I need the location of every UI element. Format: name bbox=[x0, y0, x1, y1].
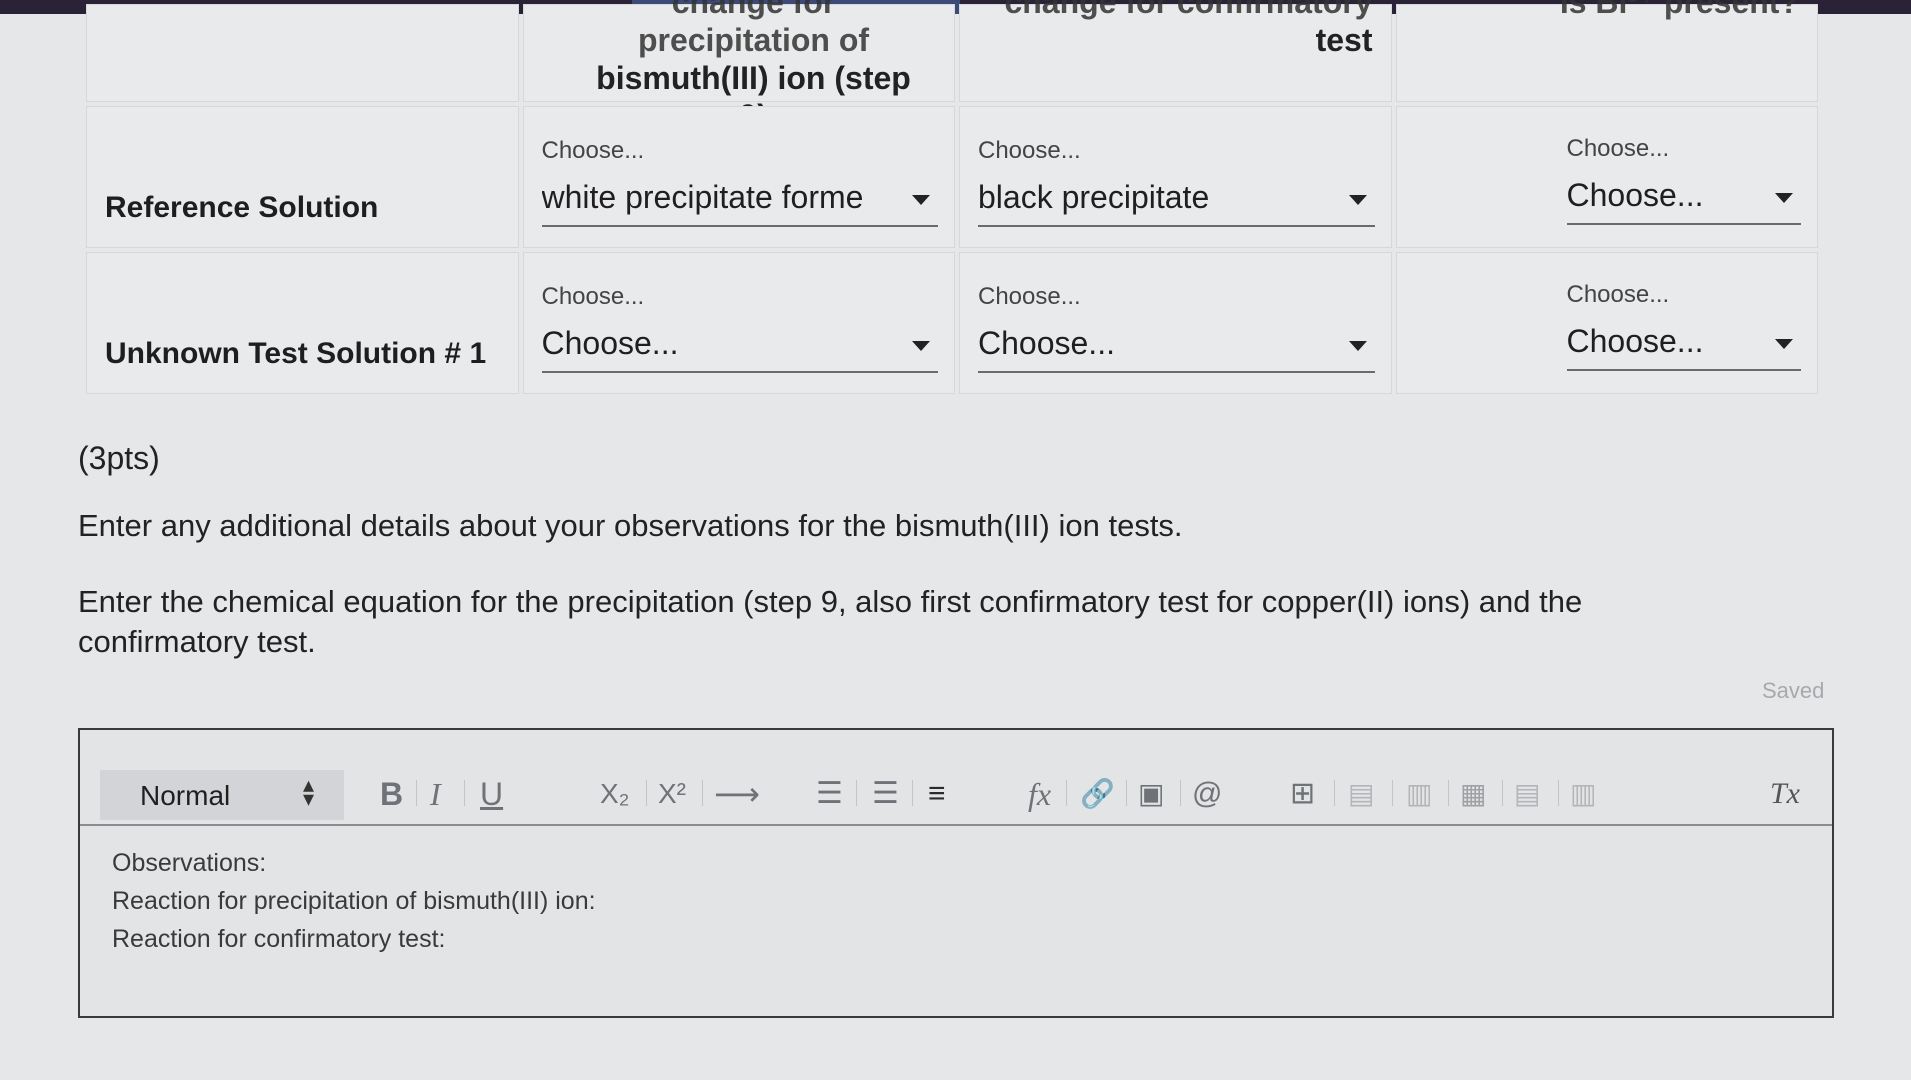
updown-arrows-icon: ▴ ▾ bbox=[302, 772, 314, 811]
table-header-row: change for precipitation of bismuth(III)… bbox=[86, 0, 1818, 134]
unordered-list-button[interactable]: ☰ bbox=[872, 774, 899, 814]
select-value-text: white precipitate forme bbox=[541, 179, 864, 215]
present-cell: Choose... Choose... bbox=[1395, 252, 1818, 394]
select-value-text: black precipitate bbox=[978, 179, 1210, 215]
select-prompt: Choose... bbox=[978, 137, 1081, 164]
precip-select-unknown[interactable]: Choose... Choose... bbox=[541, 283, 938, 373]
row-label-reference: Reference Solution bbox=[105, 191, 379, 224]
present-select-reference[interactable]: Choose... Choose... bbox=[1566, 135, 1801, 225]
header-present: Is Bi³⁺ present? bbox=[1559, 0, 1799, 20]
format-select-value: Normal bbox=[140, 780, 231, 811]
table-row: Reference Solution Choose... white preci… bbox=[86, 106, 1818, 248]
select-prompt: Choose... bbox=[1566, 135, 1670, 162]
question-prompt-observations: Enter any additional details about your … bbox=[78, 508, 1183, 543]
clear-format-button[interactable]: Tx bbox=[1770, 774, 1800, 814]
content-line-confirmatory: Reaction for confirmatory test: bbox=[112, 925, 446, 953]
attachment-button[interactable]: @ bbox=[1192, 774, 1222, 814]
precip-cell: Choose... white precipitate forme bbox=[522, 106, 955, 248]
toolbar-divider bbox=[856, 780, 857, 806]
present-cell: Choose... Choose... bbox=[1395, 106, 1818, 248]
toolbar-divider bbox=[1180, 780, 1181, 806]
italic-button[interactable]: I bbox=[430, 774, 441, 814]
select-value[interactable]: Choose... bbox=[1566, 323, 1801, 371]
select-value[interactable]: white precipitate forme bbox=[541, 179, 938, 227]
select-value-text: Choose... bbox=[1566, 323, 1704, 359]
toolbar-divider bbox=[702, 780, 703, 806]
observation-table: change for precipitation of bismuth(III)… bbox=[82, 0, 1822, 398]
table-column-icon: ▥ bbox=[1406, 778, 1433, 809]
dropdown-caret-icon[interactable] bbox=[1348, 341, 1367, 351]
select-value-text: Choose... bbox=[541, 325, 679, 361]
editor-content[interactable]: Observations: Reaction for precipitation… bbox=[112, 844, 596, 958]
header-confirm: test bbox=[1315, 22, 1373, 58]
toolbar-divider bbox=[1392, 780, 1393, 806]
table-delete-column-icon: ▥ bbox=[1570, 778, 1597, 809]
format-select[interactable]: Normal ▴ ▾ bbox=[100, 770, 344, 820]
underline-button[interactable]: U bbox=[480, 774, 503, 814]
row-label-cell: Reference Solution bbox=[86, 106, 519, 248]
table-row: Unknown Test Solution # 1 Choose... Choo… bbox=[86, 252, 1818, 394]
question-prompt-equation: Enter the chemical equation for the prec… bbox=[78, 584, 1583, 659]
header-precip-cell: change for precipitation of bismuth(III)… bbox=[522, 0, 955, 134]
precip-select-reference[interactable]: Choose... white precipitate forme bbox=[541, 137, 938, 227]
select-value[interactable]: Choose... bbox=[978, 325, 1375, 373]
select-value-text: Choose... bbox=[978, 325, 1115, 361]
dropdown-caret-icon[interactable] bbox=[1775, 193, 1793, 203]
toolbar-divider bbox=[464, 780, 465, 806]
content-line-precipitation: Reaction for precipitation of bismuth(II… bbox=[112, 887, 596, 915]
formula-button[interactable]: fx bbox=[1028, 774, 1051, 814]
header-confirm-cell: change for confirmatory test bbox=[959, 0, 1392, 102]
select-prompt: Choose... bbox=[541, 137, 645, 164]
toolbar-divider bbox=[912, 780, 913, 806]
confirm-select-unknown[interactable]: Choose... Choose... bbox=[978, 283, 1375, 373]
dropdown-caret-icon[interactable] bbox=[1348, 195, 1367, 205]
points-label: (3pts) bbox=[78, 440, 160, 476]
rich-text-editor[interactable]: Normal ▴ ▾ B I U X₂ X² ⟶ ☰ ☰ ≡ fx 🔗 ▣ @ ⊞… bbox=[78, 728, 1834, 1018]
image-button[interactable]: ▣ bbox=[1138, 774, 1164, 814]
subscript-button[interactable]: X₂ bbox=[600, 774, 630, 814]
confirm-cell: Choose... black precipitate bbox=[959, 106, 1392, 248]
dropdown-caret-icon[interactable] bbox=[912, 195, 930, 205]
reaction-arrow-button[interactable]: ⟶ bbox=[714, 774, 760, 814]
select-value-text: Choose... bbox=[1566, 177, 1704, 213]
toolbar-divider bbox=[1334, 780, 1335, 806]
toolbar-divider bbox=[416, 780, 417, 806]
select-prompt: Choose... bbox=[978, 283, 1081, 310]
toolbar-divider bbox=[1066, 780, 1067, 806]
superscript-button[interactable]: X² bbox=[658, 774, 686, 814]
confirm-cell: Choose... Choose... bbox=[959, 252, 1392, 394]
precip-cell: Choose... Choose... bbox=[522, 252, 955, 394]
header-present-cell: Is Bi³⁺ present? bbox=[1395, 0, 1818, 102]
header-label-cell bbox=[86, 4, 519, 102]
select-prompt: Choose... bbox=[1566, 281, 1670, 308]
select-value[interactable]: Choose... bbox=[1566, 177, 1801, 225]
link-button[interactable]: 🔗 bbox=[1080, 774, 1115, 814]
dropdown-caret-icon[interactable] bbox=[1775, 339, 1793, 349]
align-button[interactable]: ≡ bbox=[928, 774, 946, 814]
dropdown-caret-icon[interactable] bbox=[912, 341, 930, 351]
content-line-observations: Observations: bbox=[112, 849, 267, 877]
select-value[interactable]: Choose... bbox=[541, 325, 938, 373]
row-label-cell: Unknown Test Solution # 1 bbox=[86, 252, 519, 394]
select-value[interactable]: black precipitate bbox=[978, 179, 1375, 227]
present-select-unknown[interactable]: Choose... Choose... bbox=[1566, 281, 1801, 371]
bold-button[interactable]: B bbox=[380, 774, 403, 814]
toolbar-divider bbox=[1558, 780, 1559, 806]
table-insert-button[interactable]: ⊞ bbox=[1290, 774, 1315, 814]
select-prompt: Choose... bbox=[541, 283, 645, 310]
table-merge-icon: ▦ bbox=[1460, 778, 1487, 809]
header-confirm-top: change for confirmatory bbox=[1004, 0, 1373, 20]
editor-toolbar: Normal ▴ ▾ B I U X₂ X² ⟶ ☰ ☰ ≡ fx 🔗 ▣ @ ⊞… bbox=[80, 730, 1832, 826]
toolbar-divider bbox=[1502, 780, 1503, 806]
confirm-select-reference[interactable]: Choose... black precipitate bbox=[978, 137, 1375, 227]
row-label-unknown: Unknown Test Solution # 1 bbox=[105, 337, 487, 370]
toolbar-divider bbox=[1448, 780, 1449, 806]
ordered-list-button[interactable]: ☰ bbox=[816, 774, 843, 814]
table-delete-row-icon: ▤ bbox=[1514, 778, 1541, 809]
table-row-icon: ▤ bbox=[1348, 778, 1375, 809]
toolbar-divider bbox=[1126, 780, 1127, 806]
toolbar-divider bbox=[646, 780, 647, 806]
saved-status: Saved bbox=[1762, 678, 1825, 703]
header-precip-top: change for precipitation of bbox=[637, 0, 870, 58]
